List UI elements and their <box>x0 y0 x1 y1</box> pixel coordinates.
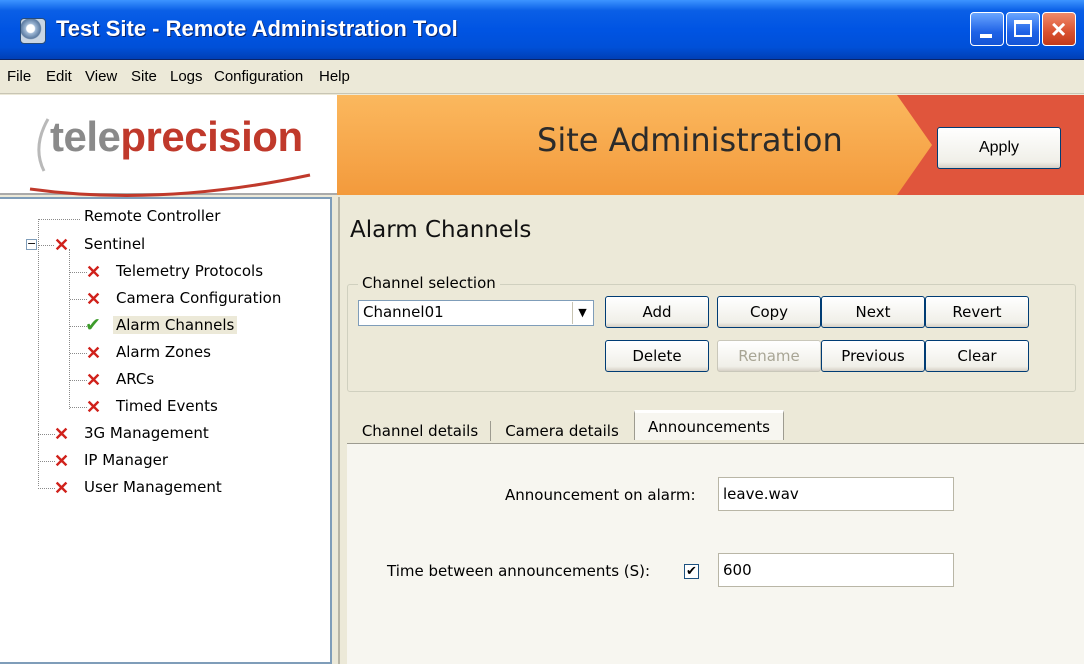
tree-connector <box>38 221 39 486</box>
window-title: Test Site - Remote Administration Tool <box>56 16 458 41</box>
tree-item-3g-management[interactable]: 3G Management <box>84 424 209 442</box>
logo-area: teleprecision <box>0 95 337 197</box>
announcement-input[interactable]: leave.wav <box>718 477 954 511</box>
time-between-checkbox[interactable]: ✔ <box>684 564 699 579</box>
menu-edit[interactable]: Edit <box>46 68 72 85</box>
copy-button[interactable]: Copy <box>717 296 821 328</box>
delete-button[interactable]: Delete <box>605 340 709 372</box>
logo-part2: precision <box>120 113 303 160</box>
tree-connector <box>38 434 55 435</box>
navigation-tree: Remote Controller − ✕ Sentinel ✕ Telemet… <box>0 197 332 664</box>
title-bar[interactable]: Test Site - Remote Administration Tool × <box>0 0 1084 60</box>
tree-connector <box>70 380 87 381</box>
error-x-icon: ✕ <box>86 343 102 363</box>
tree-item-remote-controller[interactable]: Remote Controller <box>84 207 220 225</box>
error-x-icon: ✕ <box>54 451 70 471</box>
menu-site[interactable]: Site <box>131 68 157 85</box>
page-title: Alarm Channels <box>350 217 532 243</box>
tree-item-alarm-channels[interactable]: Alarm Channels <box>113 316 238 334</box>
tree-item-sentinel[interactable]: Sentinel <box>84 235 145 253</box>
previous-button[interactable]: Previous <box>821 340 925 372</box>
error-x-icon: ✕ <box>54 235 70 255</box>
error-x-icon: ✕ <box>86 370 102 390</box>
tree-item-arcs[interactable]: ARCs <box>116 370 154 388</box>
dropdown-arrow-icon[interactable]: ▼ <box>572 302 592 324</box>
minimize-icon <box>980 34 992 38</box>
tree-item-timed-events[interactable]: Timed Events <box>116 397 218 415</box>
error-x-icon: ✕ <box>54 478 70 498</box>
announcements-panel: Announcement on alarm: leave.wav Time be… <box>347 443 1084 664</box>
next-button[interactable]: Next <box>821 296 925 328</box>
tree-connector <box>38 219 80 220</box>
menu-logs[interactable]: Logs <box>170 68 203 85</box>
announcement-label: Announcement on alarm: <box>505 486 696 504</box>
error-x-icon: ✕ <box>54 424 70 444</box>
close-icon: × <box>1051 14 1067 44</box>
check-icon: ✔ <box>85 314 101 336</box>
collapse-toggle[interactable]: − <box>26 238 37 250</box>
channel-selection-group: Channel selection Channel01 ▼ Add Copy N… <box>347 274 1076 392</box>
tree-connector <box>70 407 87 408</box>
tab-separator <box>490 421 491 441</box>
maximize-button[interactable] <box>1006 12 1040 46</box>
tree-item-user-management[interactable]: User Management <box>84 478 222 496</box>
tree-connector <box>70 272 87 273</box>
add-button[interactable]: Add <box>605 296 709 328</box>
tree-item-telemetry-protocols[interactable]: Telemetry Protocols <box>116 262 263 280</box>
banner-title: Site Administration <box>537 121 843 159</box>
main-panel: Alarm Channels Channel selection Channel… <box>338 197 1084 664</box>
revert-button[interactable]: Revert <box>925 296 1029 328</box>
tree-connector <box>70 299 87 300</box>
channel-selection-label: Channel selection <box>358 274 500 292</box>
tree-connector <box>38 488 55 489</box>
close-button[interactable]: × <box>1042 12 1076 46</box>
teleprecision-logo: teleprecision <box>50 113 303 161</box>
clear-button[interactable]: Clear <box>925 340 1029 372</box>
menu-view[interactable]: View <box>85 68 117 85</box>
app-icon[interactable] <box>20 18 46 44</box>
time-between-input[interactable]: 600 <box>718 553 954 587</box>
banner: Site Administration Apply <box>337 95 1084 195</box>
time-between-label: Time between announcements (S): <box>387 562 651 580</box>
menu-bar: File Edit View Site Logs Configuration H… <box>0 60 1084 94</box>
logo-part1: tele <box>50 113 121 160</box>
menu-configuration[interactable]: Configuration <box>214 68 303 85</box>
maximize-icon <box>1014 20 1032 37</box>
tree-item-ip-manager[interactable]: IP Manager <box>84 451 168 469</box>
apply-button[interactable]: Apply <box>937 127 1061 169</box>
error-x-icon: ✕ <box>86 289 102 309</box>
channel-select-value: Channel01 <box>363 303 444 321</box>
tree-connector <box>39 245 54 246</box>
error-x-icon: ✕ <box>86 262 102 282</box>
tree-connector <box>38 461 55 462</box>
tree-item-alarm-zones[interactable]: Alarm Zones <box>116 343 211 361</box>
tree-connector <box>69 249 70 409</box>
menu-help[interactable]: Help <box>319 68 350 85</box>
tree-connector <box>70 353 87 354</box>
tree-item-camera-configuration[interactable]: Camera Configuration <box>116 289 281 307</box>
menu-file[interactable]: File <box>7 68 31 85</box>
tab-announcements[interactable]: Announcements <box>634 410 784 440</box>
rename-button[interactable]: Rename <box>717 340 821 372</box>
minimize-button[interactable] <box>970 12 1004 46</box>
channel-select[interactable]: Channel01 ▼ <box>358 300 594 326</box>
error-x-icon: ✕ <box>86 397 102 417</box>
